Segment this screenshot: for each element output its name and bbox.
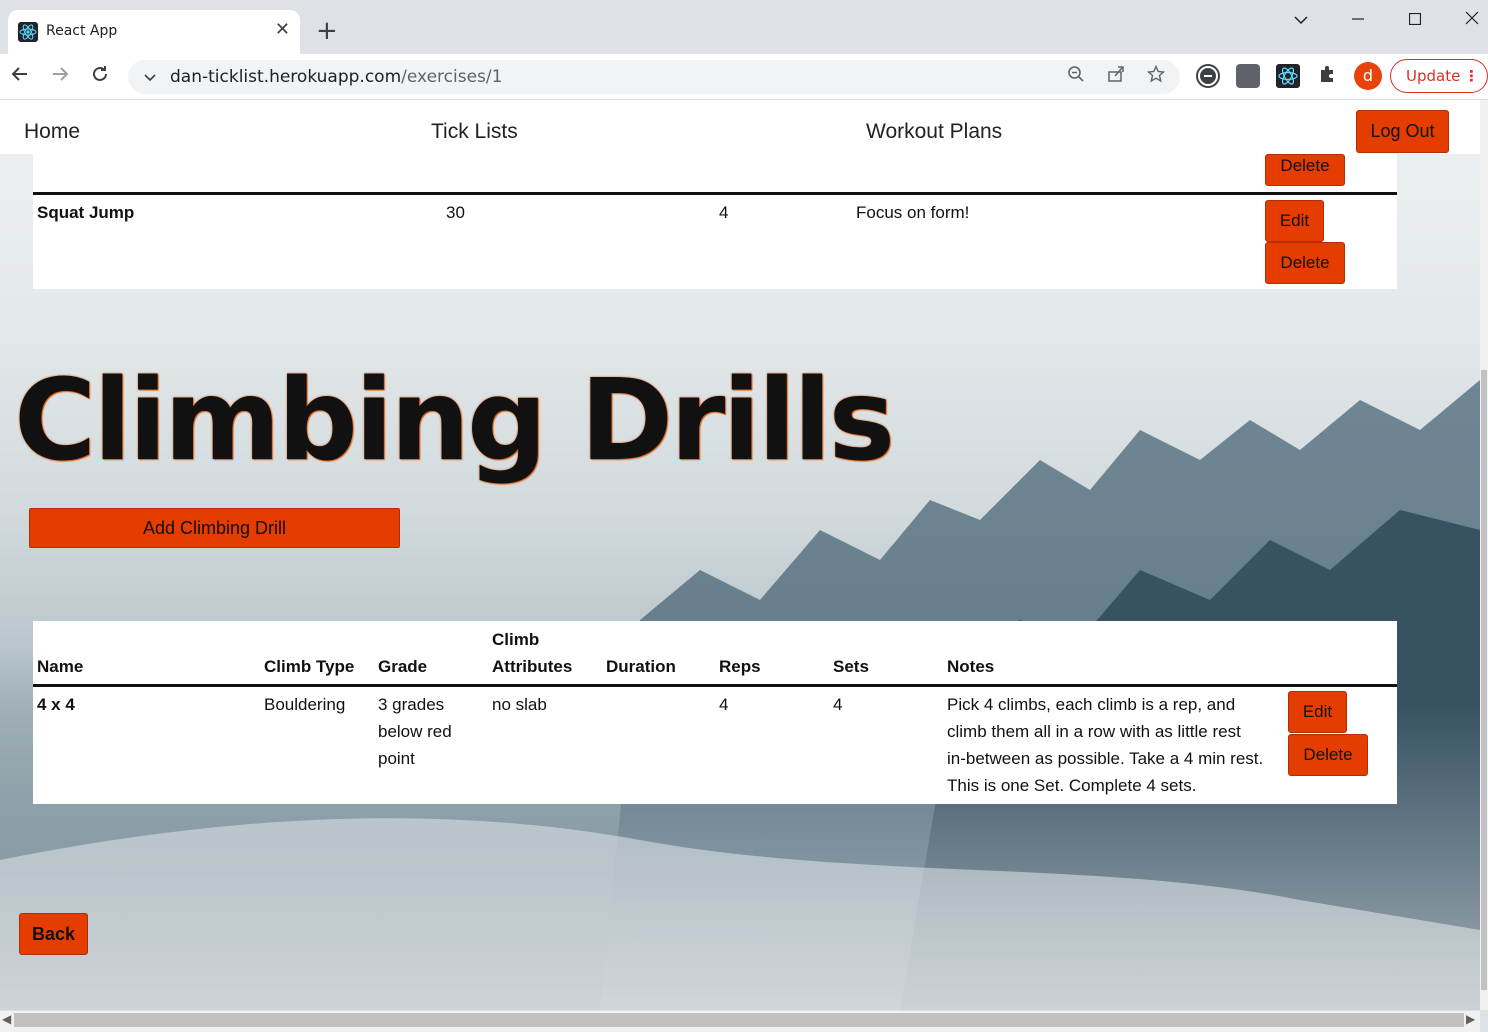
- header-climb: Climb: [492, 630, 540, 649]
- vertical-scrollbar-thumb[interactable]: [1481, 370, 1487, 990]
- nav-home-link[interactable]: Home: [24, 120, 80, 144]
- header-duration: Duration: [606, 657, 676, 676]
- extension-e-icon[interactable]: [1196, 64, 1220, 88]
- edit-button[interactable]: Edit: [1265, 200, 1324, 242]
- close-tab-icon[interactable]: ✕: [275, 20, 290, 40]
- climbing-drills-table: Name Climb Type Grade Climb Attributes D…: [33, 621, 1397, 804]
- exercise-name: Squat Jump: [37, 203, 135, 222]
- horizontal-scrollbar-thumb[interactable]: [14, 1013, 1464, 1027]
- scroll-right-arrow-icon[interactable]: ▶: [1466, 1012, 1475, 1026]
- page-viewport: Home Tick Lists Workout Plans Log Out De…: [0, 100, 1480, 1010]
- tab-search-icon[interactable]: [1279, 8, 1323, 32]
- delete-button[interactable]: Delete: [1265, 242, 1345, 284]
- header-climb-type: Climb Type: [264, 657, 355, 676]
- drill-grade: 3 grades below red point: [378, 695, 452, 768]
- header-sets: Sets: [833, 657, 869, 676]
- drill-attributes: no slab: [492, 695, 547, 714]
- tab-title: React App: [46, 23, 118, 39]
- header-attributes: Attributes: [492, 657, 573, 676]
- more-menu-icon[interactable]: ⋮: [1464, 60, 1479, 92]
- address-bar[interactable]: dan-ticklist.herokuapp.com/exercises/1: [128, 60, 1180, 94]
- back-button[interactable]: Back: [19, 913, 88, 955]
- delete-drill-button[interactable]: Delete: [1288, 734, 1368, 776]
- reload-icon[interactable]: [88, 64, 112, 88]
- browser-tab-strip: React App ✕ +: [0, 0, 1488, 54]
- react-devtools-icon[interactable]: [1276, 64, 1300, 88]
- forward-arrow-icon[interactable]: [48, 64, 72, 88]
- bookmark-star-icon[interactable]: [1144, 64, 1168, 89]
- minimize-icon[interactable]: [1336, 8, 1380, 32]
- table-divider: [33, 192, 1397, 195]
- header-grade: Grade: [378, 657, 428, 676]
- url-text: dan-ticklist.herokuapp.com/exercises/1: [170, 67, 503, 87]
- exercise-reps: 30: [446, 203, 465, 222]
- edit-drill-button[interactable]: Edit: [1288, 691, 1347, 733]
- maximize-icon[interactable]: [1393, 8, 1437, 32]
- new-tab-button[interactable]: +: [316, 16, 338, 46]
- add-climbing-drill-button[interactable]: Add Climbing Drill: [29, 508, 400, 548]
- exercise-notes: Focus on form!: [856, 203, 970, 222]
- zoom-icon[interactable]: [1064, 65, 1088, 89]
- site-info-icon[interactable]: [138, 65, 162, 89]
- exercise-table: Delete Squat Jump 30 4 Focus on form! Ed…: [33, 154, 1397, 289]
- logout-button[interactable]: Log Out: [1356, 110, 1449, 153]
- delete-button[interactable]: Delete: [1265, 154, 1345, 186]
- update-button[interactable]: Update ⋮: [1390, 59, 1488, 93]
- header-reps: Reps: [719, 657, 761, 676]
- drill-reps: 4: [719, 695, 729, 714]
- drill-sets: 4: [833, 695, 843, 714]
- profile-avatar[interactable]: d: [1354, 62, 1382, 90]
- exercise-sets: 4: [719, 203, 729, 222]
- extensions-puzzle-icon[interactable]: [1316, 64, 1340, 88]
- extension-grid-icon[interactable]: [1236, 64, 1260, 88]
- header-name: Name: [37, 657, 84, 676]
- header-notes: Notes: [947, 657, 995, 676]
- nav-tick-lists-link[interactable]: Tick Lists: [431, 120, 518, 144]
- browser-toolbar: dan-ticklist.herokuapp.com/exercises/1 d…: [0, 54, 1488, 100]
- nav-workout-plans-link[interactable]: Workout Plans: [866, 120, 1002, 144]
- react-favicon-icon: [18, 22, 38, 42]
- close-window-icon[interactable]: [1450, 8, 1488, 32]
- drill-name: 4 x 4: [37, 695, 75, 714]
- drill-notes: Pick 4 climbs, each climb is a rep, and …: [947, 695, 1264, 795]
- back-arrow-icon[interactable]: [8, 64, 32, 88]
- table-divider: [33, 684, 1397, 687]
- scroll-left-arrow-icon[interactable]: ◀: [2, 1012, 11, 1026]
- drill-climb-type: Bouldering: [264, 695, 346, 714]
- browser-tab[interactable]: React App ✕: [8, 10, 300, 54]
- site-navbar: Home Tick Lists Workout Plans Log Out: [0, 100, 1480, 154]
- page-title: Climbing Drills: [14, 356, 895, 486]
- share-icon[interactable]: [1104, 65, 1128, 89]
